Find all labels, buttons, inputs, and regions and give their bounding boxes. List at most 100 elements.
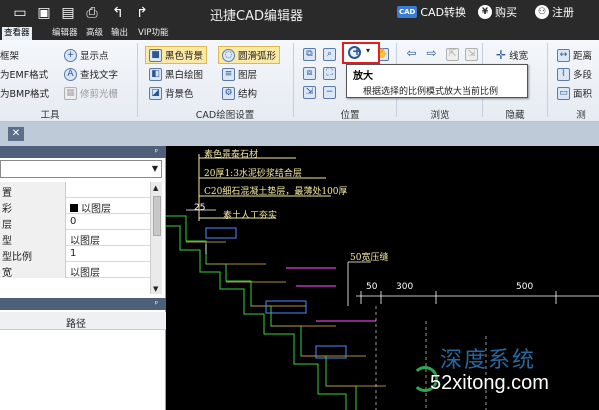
distance-button[interactable]: ↔ 距离	[557, 46, 592, 64]
entity-select[interactable]: ▼	[0, 160, 162, 178]
zoom-out-icon[interactable]: −	[323, 86, 336, 99]
pin-icon[interactable]: ᵖ	[155, 298, 158, 310]
pin-icon[interactable]: ᵖ	[155, 146, 158, 158]
cad-text: 50宽压缝	[350, 253, 389, 263]
properties-scrollbar[interactable]: ▲ ▼	[150, 182, 162, 294]
save-icon[interactable]: ▣	[36, 5, 52, 21]
scroll-down-icon[interactable]: ▼	[153, 285, 158, 293]
property-key: 型	[2, 236, 12, 247]
cad-convert-button[interactable]: CAD CAD转换	[397, 4, 466, 20]
trim-raster-button: ▦ 修剪光栅	[64, 84, 118, 102]
find-text-button[interactable]: A 查找文字	[64, 65, 118, 83]
property-value[interactable]: 以图层	[70, 232, 100, 247]
export-bmp-button[interactable]: 为BMP格式	[0, 84, 49, 102]
path-label: 路径	[66, 319, 86, 330]
property-row[interactable]: 型比例 1	[0, 246, 150, 263]
tooltip-title: 放大	[353, 71, 373, 82]
zoom-previous-icon[interactable]: ⛶	[323, 67, 336, 80]
property-row[interactable]: 型 以图层	[0, 230, 150, 247]
undo-icon[interactable]: ↰	[110, 5, 126, 21]
layers-icon: ≡	[222, 67, 235, 81]
smooth-arc-icon: ◌	[222, 48, 235, 62]
fit-window-icon[interactable]: ⧉	[303, 48, 316, 61]
property-row[interactable]: 彩 以图层	[0, 198, 150, 215]
user-icon: ⚇	[535, 5, 549, 19]
layers-button[interactable]: ≡ 图层	[222, 65, 257, 83]
arrow-left-icon[interactable]: ⇦	[405, 47, 418, 61]
scroll-up-icon[interactable]: ▲	[153, 184, 158, 192]
cad-dimension: 500	[516, 282, 534, 292]
cad-text: 20厚1:3水泥砂浆结合层	[204, 169, 302, 179]
area-icon: ▭	[557, 86, 570, 100]
zoom-in-button[interactable]: + ▾	[342, 42, 380, 64]
structure-icon: ⚙	[222, 86, 235, 100]
property-row[interactable]: 层 0	[0, 214, 150, 231]
black-white-drawing-button[interactable]: ◧ 黑白绘图	[149, 65, 203, 83]
find-text-icon: A	[64, 67, 77, 81]
property-row[interactable]: 宽 以图层	[0, 262, 150, 279]
separator	[547, 43, 548, 117]
polyline-button[interactable]: ⌇ 多段	[557, 65, 592, 83]
chevron-down-icon: ▾	[366, 46, 371, 55]
page-prev-icon: ⇱	[446, 48, 459, 61]
background-color-button[interactable]: ◪ 背景色	[149, 84, 194, 102]
close-icon[interactable]: ✕	[8, 127, 24, 141]
tab-editor[interactable]: 编辑器	[50, 27, 80, 40]
frame-button[interactable]: 框架	[0, 46, 19, 64]
tab-viewer[interactable]: 查看器	[2, 27, 32, 40]
watermark-cn: 深度系统	[440, 348, 537, 373]
plus-circle-icon: +	[64, 48, 77, 62]
properties-table: 置 彩 以图层 层 0 型 以图层 型比例 1 宽 以图层	[0, 182, 150, 279]
show-points-button[interactable]: + 显示点	[64, 46, 109, 64]
trim-raster-icon: ▦	[64, 86, 77, 100]
black-background-toggle[interactable]: ■ 黑色背景	[145, 46, 208, 64]
cad-dimension: 300	[396, 282, 414, 292]
group-label-browse: 浏览	[430, 110, 450, 121]
page-next-icon: ⇲	[465, 48, 478, 61]
line-width-button[interactable]: ✛ 线宽	[496, 46, 528, 64]
tab-output[interactable]: 输出	[109, 27, 130, 40]
properties-panel: ᵖ ▼ 置 彩 以图层 层 0 型 以图层 型比例 1 宽 以图层 ▲ ▼ ᵖ …	[0, 146, 166, 410]
color-swatch	[70, 203, 78, 212]
register-button[interactable]: ⚇ 注册	[535, 4, 574, 20]
redo-icon[interactable]: ↱	[134, 5, 150, 21]
folder-icon[interactable]: ▭	[12, 5, 28, 21]
save-as-icon[interactable]: ▤	[60, 5, 76, 21]
property-key: 宽	[2, 268, 12, 279]
structure-button[interactable]: ⚙ 结构	[222, 84, 257, 102]
separator	[137, 43, 138, 117]
background-color-icon: ◪	[149, 86, 162, 100]
property-value[interactable]: 以图层	[70, 264, 100, 279]
tab-vip[interactable]: VIP功能	[136, 27, 170, 40]
line-width-icon: ✛	[496, 48, 507, 62]
group-label-hide: 隐藏	[505, 110, 525, 121]
export-emf-button[interactable]: 为EMF格式	[0, 65, 48, 83]
ribbon-tabs: 查看器 编辑器 高级 输出 VIP功能	[0, 27, 599, 40]
yen-icon: ¥	[478, 5, 492, 19]
black-white-icon: ◧	[149, 67, 162, 81]
document-tab-strip: ✕	[0, 122, 599, 146]
group-label-tools: 工具	[40, 110, 60, 121]
group-label-position: 位置	[340, 110, 360, 121]
property-value[interactable]: 0	[70, 216, 76, 227]
watermark: 深度系统 52xitong.com	[410, 338, 599, 410]
arrow-right-icon[interactable]: ⇨	[425, 47, 438, 61]
pan-icon[interactable]: ⇲	[303, 86, 316, 99]
property-value[interactable]: 1	[70, 248, 76, 259]
zoom-extents-icon[interactable]: ⧈	[303, 67, 316, 80]
smooth-arc-toggle[interactable]: ◌ 圆滑弧形	[218, 46, 281, 64]
tab-advanced[interactable]: 高级	[84, 27, 105, 40]
zoom-window-icon[interactable]: ⌕	[323, 48, 336, 61]
title-bar: ▭ ▣ ▤ ⎙ ↰ ↱ 迅捷CAD编辑器 CAD CAD转换 ¥ 购买 ⚇ 注册	[0, 0, 599, 27]
property-value[interactable]: 以图层	[70, 200, 111, 215]
cad-convert-icon: CAD	[397, 6, 418, 18]
area-button[interactable]: ▭ 面积	[557, 84, 592, 102]
group-label-measure: 测	[576, 110, 586, 121]
buy-button[interactable]: ¥ 购买	[478, 4, 517, 20]
path-panel-header: ᵖ	[0, 298, 166, 310]
scrollbar-thumb[interactable]	[153, 196, 161, 236]
distance-icon: ↔	[557, 48, 570, 62]
watermark-en: 52xitong.com	[430, 372, 549, 394]
property-key: 层	[2, 220, 12, 231]
print-icon[interactable]: ⎙	[84, 5, 100, 21]
